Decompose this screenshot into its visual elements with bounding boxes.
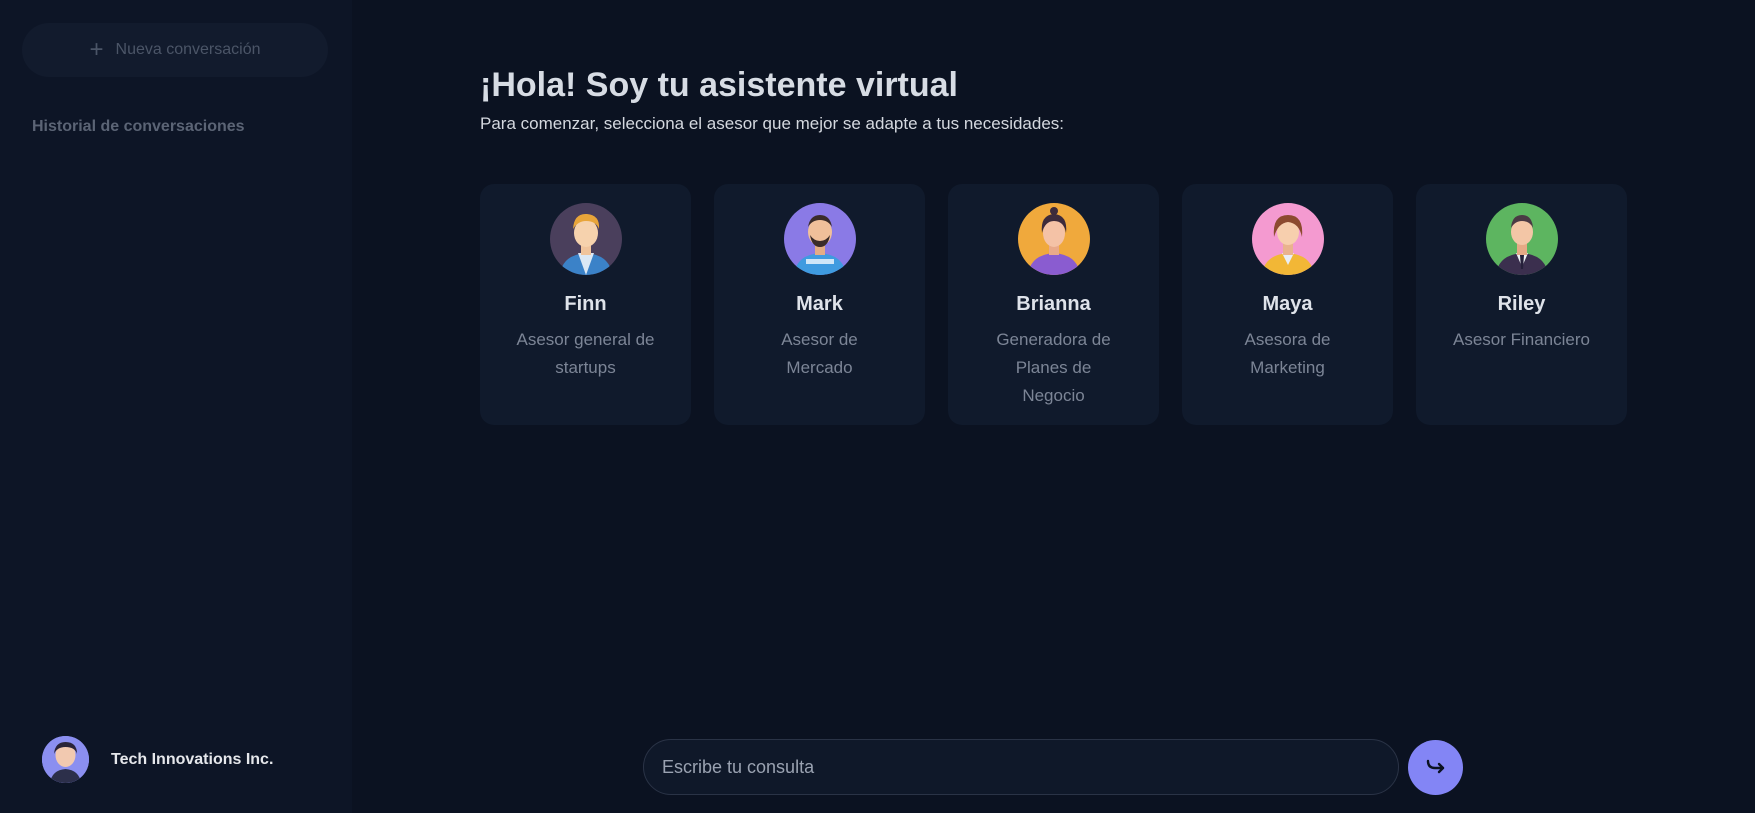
advisor-role: Asesor general de startups <box>516 330 655 377</box>
new-conversation-label: Nueva conversación <box>115 41 261 58</box>
history-title: Historial de conversaciones <box>32 118 245 135</box>
advisor-name: Riley <box>1497 293 1546 315</box>
user-avatar <box>42 736 89 783</box>
user-name: Tech Innovations Inc. <box>111 750 274 768</box>
advisor-list: Finn Asesor general de startups Mark Ase… <box>480 184 1627 425</box>
advisor-name: Maya <box>1262 293 1313 315</box>
advisor-card-finn[interactable]: Finn Asesor general de startups <box>480 184 691 425</box>
advisor-role: Generadora de Planes de Negocio <box>996 330 1111 405</box>
advisor-name: Brianna <box>1016 293 1091 315</box>
app: + Nueva conversación Historial de conver… <box>0 0 1755 813</box>
chat-input-container <box>643 739 1399 795</box>
send-arrow-icon <box>1424 754 1448 781</box>
maya-avatar <box>1251 203 1324 275</box>
finn-avatar <box>549 203 622 275</box>
advisor-role: Asesor Financiero <box>1452 330 1590 349</box>
advisor-card-mark[interactable]: Mark Asesor de Mercado <box>714 184 925 425</box>
advisor-card-riley[interactable]: Riley Asesor Financiero <box>1416 184 1627 425</box>
chat-input[interactable] <box>662 756 1398 778</box>
mark-avatar <box>783 203 856 275</box>
brianna-avatar <box>1017 203 1090 275</box>
send-button[interactable] <box>1408 740 1463 795</box>
advisor-role: Asesor de Mercado <box>781 330 858 377</box>
advisor-name: Finn <box>564 293 607 315</box>
main-panel: ¡Hola! Soy tu asistente virtual Para com… <box>352 0 1755 813</box>
advisor-card-maya[interactable]: Maya Asesora de Marketing <box>1182 184 1393 425</box>
plus-icon: + <box>89 36 104 63</box>
user-profile[interactable]: Tech Innovations Inc. <box>42 736 273 783</box>
advisor-role: Asesora de Marketing <box>1244 330 1331 377</box>
advisor-card-brianna[interactable]: Brianna Generadora de Planes de Negocio <box>948 184 1159 425</box>
page-subtitle: Para comenzar, selecciona el asesor que … <box>480 114 1065 133</box>
sidebar: + Nueva conversación Historial de conver… <box>0 0 352 813</box>
page-title: ¡Hola! Soy tu asistente virtual <box>480 66 958 104</box>
advisor-name: Mark <box>796 293 843 315</box>
riley-avatar <box>1485 203 1558 275</box>
new-conversation-button[interactable]: + Nueva conversación <box>22 23 328 77</box>
